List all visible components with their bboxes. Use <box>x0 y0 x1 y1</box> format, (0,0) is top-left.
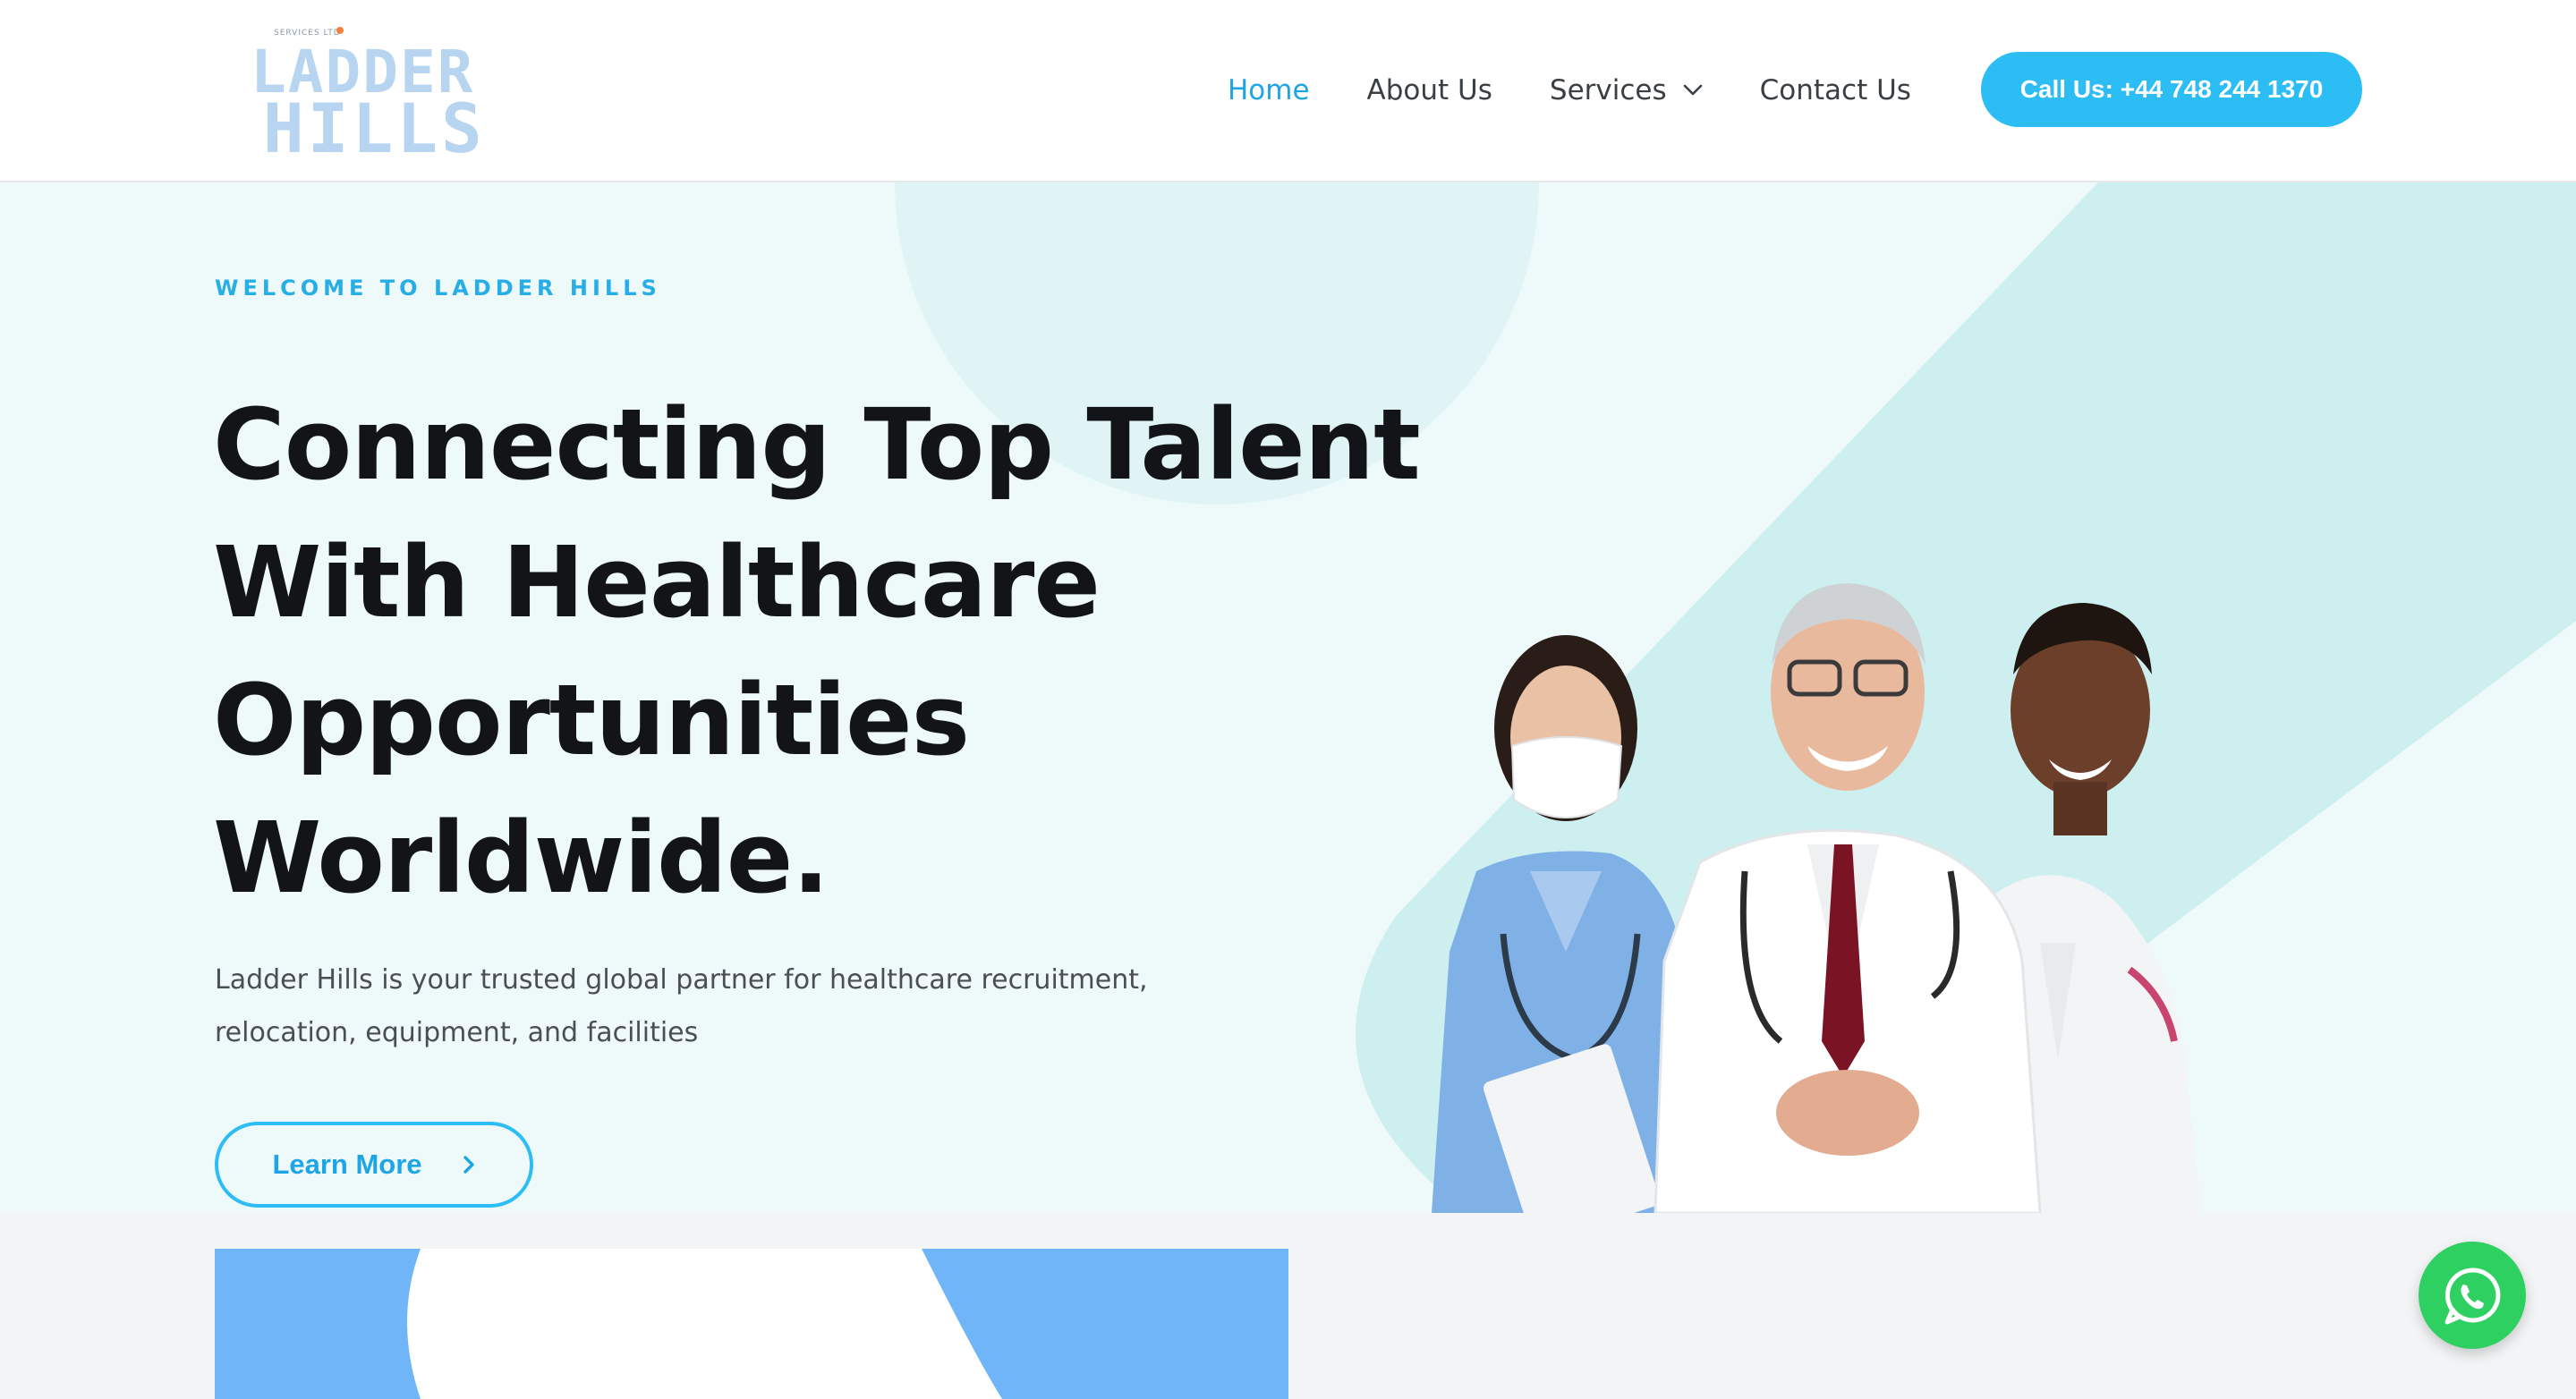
logo-word-hills: HILLS <box>263 89 486 168</box>
nav-home[interactable]: Home <box>1228 74 1310 106</box>
nav-about-us-label: About Us <box>1366 74 1492 106</box>
chevron-down-icon[interactable] <box>1683 84 1703 97</box>
nav-contact-us-label: Contact Us <box>1759 74 1911 106</box>
ladder-hills-logo[interactable]: SERVICES LTD LADDER HILLS <box>251 23 482 163</box>
doctor-center-figure <box>1654 583 2042 1213</box>
headline-line-2: With Healthcare <box>213 525 1101 640</box>
headline-line-4: Worldwide. <box>213 801 829 915</box>
call-us-button[interactable]: Call Us: +44 748 244 1370 <box>1981 52 2362 127</box>
headline-line-1: Connecting Top Talent <box>213 387 1421 502</box>
nav-services-label: Services <box>1549 74 1667 106</box>
whatsapp-icon <box>2444 1268 2501 1325</box>
nav-services[interactable]: Services <box>1550 74 1703 106</box>
main-nav: Home About Us Services Contact Us <box>1228 68 1968 113</box>
healthcare-professionals-image <box>1432 583 2201 1213</box>
feature-image <box>215 1249 1288 1399</box>
site-header: SERVICES LTD LADDER HILLS Home About Us … <box>0 0 2576 182</box>
logo-dot <box>336 27 344 34</box>
headline-line-3: Opportunities <box>213 663 970 777</box>
feature-image-shapes <box>407 1249 1002 1399</box>
learn-more-button[interactable]: Learn More <box>215 1122 533 1208</box>
logo-tagline: SERVICES LTD <box>274 29 341 38</box>
nav-contact-us[interactable]: Contact Us <box>1760 74 1911 106</box>
nav-home-label: Home <box>1228 74 1310 106</box>
hero-headline: Connecting Top Talent With Healthcare Op… <box>213 376 1448 927</box>
whatsapp-chat-button[interactable] <box>2419 1242 2526 1349</box>
lower-section <box>0 1213 2576 1399</box>
hero-section: WELCOME TO LADDER HILLS Connecting Top T… <box>0 182 2576 1213</box>
hero-description-line-1: Ladder Hills is your trusted global part… <box>215 964 1148 996</box>
nurse-left-figure <box>1432 635 1691 1213</box>
learn-more-label: Learn More <box>272 1149 422 1180</box>
hero-description-line-2: relocation, equipment, and facilities <box>215 1017 699 1048</box>
chevron-right-icon <box>463 1156 474 1174</box>
hero-description: Ladder Hills is your trusted global part… <box>215 954 1378 1059</box>
hero-eyebrow: WELCOME TO LADDER HILLS <box>215 276 661 301</box>
nav-about-us[interactable]: About Us <box>1367 74 1492 106</box>
